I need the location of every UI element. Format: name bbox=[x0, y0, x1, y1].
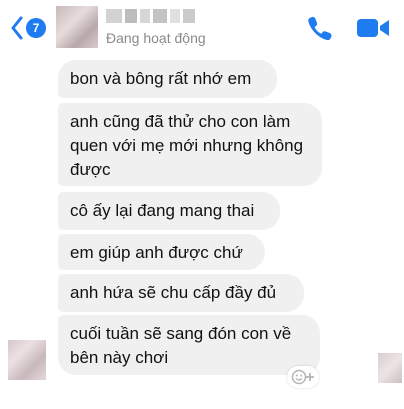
contact-name-blurred[interactable] bbox=[106, 9, 195, 23]
phone-call-button[interactable] bbox=[306, 14, 334, 42]
message-bubble[interactable]: cuối tuần sẽ sang đón con về bên này chơ… bbox=[58, 315, 320, 375]
chat-header: 7 Đang hoạt động bbox=[0, 0, 404, 54]
chevron-left-icon bbox=[11, 16, 23, 40]
add-reaction-button[interactable] bbox=[287, 366, 319, 388]
back-button[interactable] bbox=[10, 14, 24, 42]
unread-count-badge[interactable]: 7 bbox=[26, 18, 46, 38]
add-reaction-icon bbox=[291, 369, 314, 385]
message-bubble[interactable]: cô ấy lại đang mang thai bbox=[58, 192, 280, 230]
message-bubble[interactable]: bon và bông rất nhớ em bbox=[58, 60, 277, 98]
message-bubble[interactable]: em giúp anh được chứ bbox=[58, 234, 265, 270]
sender-avatar-blurred bbox=[8, 340, 46, 380]
video-call-button[interactable] bbox=[356, 16, 390, 40]
contact-avatar[interactable] bbox=[56, 6, 98, 48]
phone-icon bbox=[308, 16, 332, 41]
video-camera-icon bbox=[357, 19, 389, 37]
message-bubble[interactable]: anh cũng đã thử cho con làm quen với mẹ … bbox=[58, 103, 322, 186]
read-receipt-avatar bbox=[378, 353, 402, 383]
active-status: Đang hoạt động bbox=[106, 30, 206, 46]
message-bubble[interactable]: anh hứa sẽ chu cấp đầy đủ bbox=[58, 274, 304, 312]
